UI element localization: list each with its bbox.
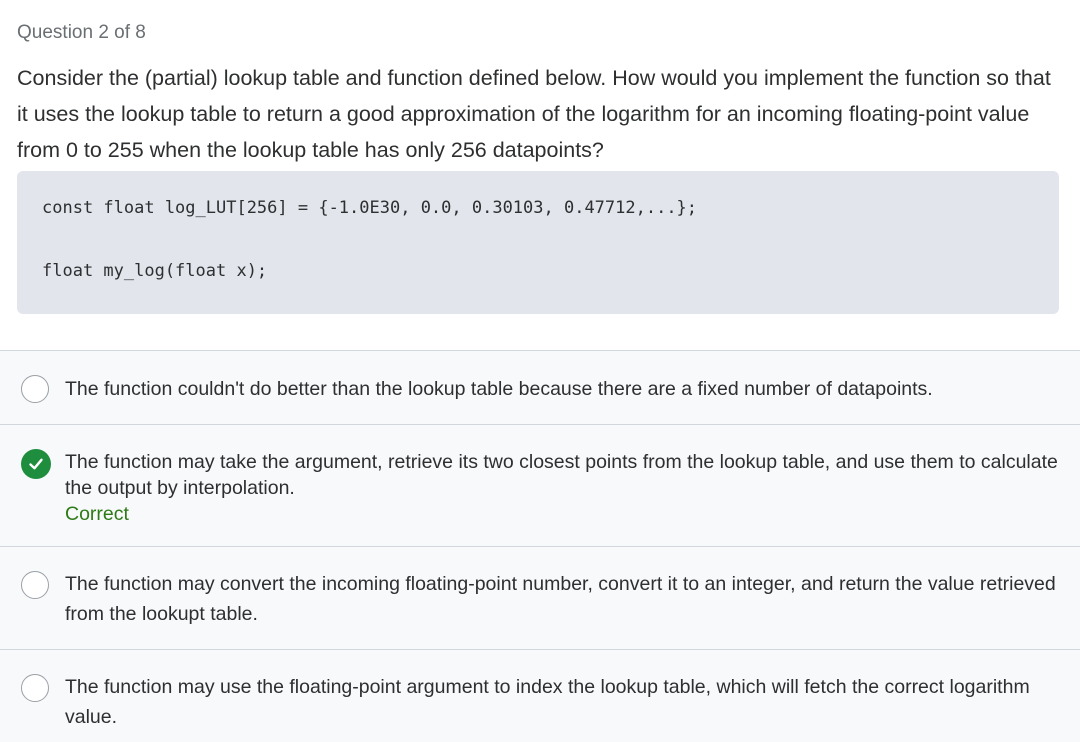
radio-circle-icon[interactable] <box>21 571 49 599</box>
answer-text: The function couldn't do better than the… <box>65 378 933 400</box>
radio-circle-icon[interactable] <box>21 674 49 702</box>
code-block: const float log_LUT[256] = {-1.0E30, 0.0… <box>17 171 1059 314</box>
answer-text: The function may use the floating-point … <box>65 676 1030 728</box>
question-prompt: Consider the (partial) lookup table and … <box>17 66 1051 162</box>
answer-text: The function may convert the incoming fl… <box>65 573 1056 625</box>
answer-option-1[interactable]: The function couldn't do better than the… <box>0 350 1080 424</box>
answer-list: The function couldn't do better than the… <box>0 350 1080 742</box>
check-circle-icon[interactable] <box>21 449 51 479</box>
correct-feedback: Correct <box>65 503 129 525</box>
question-counter: Question 2 of 8 <box>17 22 146 43</box>
answer-option-3[interactable]: The function may convert the incoming fl… <box>0 546 1080 649</box>
code-line-lut: const float log_LUT[256] = {-1.0E30, 0.0… <box>42 198 698 218</box>
answer-text: The function may take the argument, retr… <box>65 451 1058 499</box>
code-line-function: float my_log(float x); <box>42 261 268 281</box>
radio-circle-icon[interactable] <box>21 375 49 403</box>
answer-option-2[interactable]: The function may take the argument, retr… <box>0 424 1080 546</box>
answer-option-4[interactable]: The function may use the floating-point … <box>0 649 1080 742</box>
